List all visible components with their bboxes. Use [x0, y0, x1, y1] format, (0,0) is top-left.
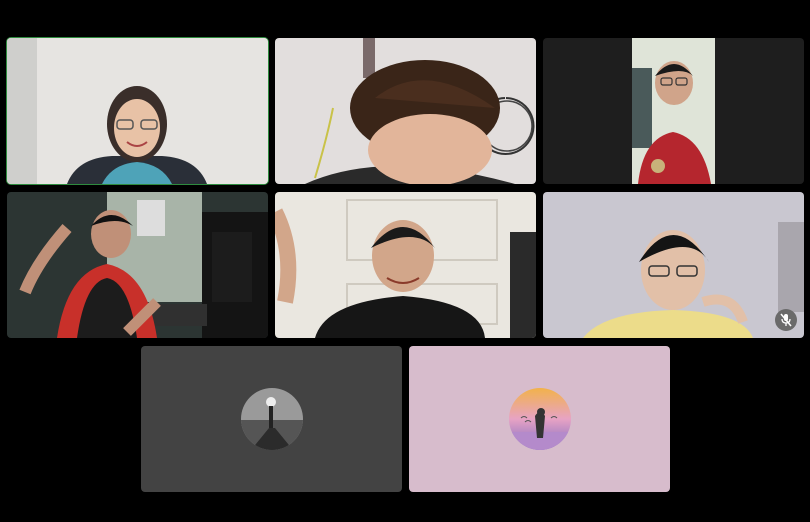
participant-video-3 — [543, 38, 804, 184]
participant-tile-7[interactable] — [141, 346, 402, 492]
participant-tile-3[interactable] — [543, 38, 804, 184]
participant-tile-5[interactable] — [275, 192, 536, 338]
participant-tile-4[interactable] — [7, 192, 268, 338]
participant-video-6 — [543, 192, 804, 338]
participant-video-4 — [7, 192, 268, 338]
participant-tile-1[interactable] — [6, 37, 269, 185]
participant-tile-8[interactable] — [409, 346, 670, 492]
participant-tile-6[interactable] — [543, 192, 804, 338]
profile-photo-icon — [240, 388, 303, 450]
muted-microphone-icon — [775, 309, 797, 331]
participant-video-1 — [7, 38, 268, 184]
participant-video-2 — [275, 38, 536, 184]
participant-tile-2[interactable] — [275, 38, 536, 184]
participant-video-5 — [275, 192, 536, 338]
profile-photo-icon — [508, 388, 571, 450]
